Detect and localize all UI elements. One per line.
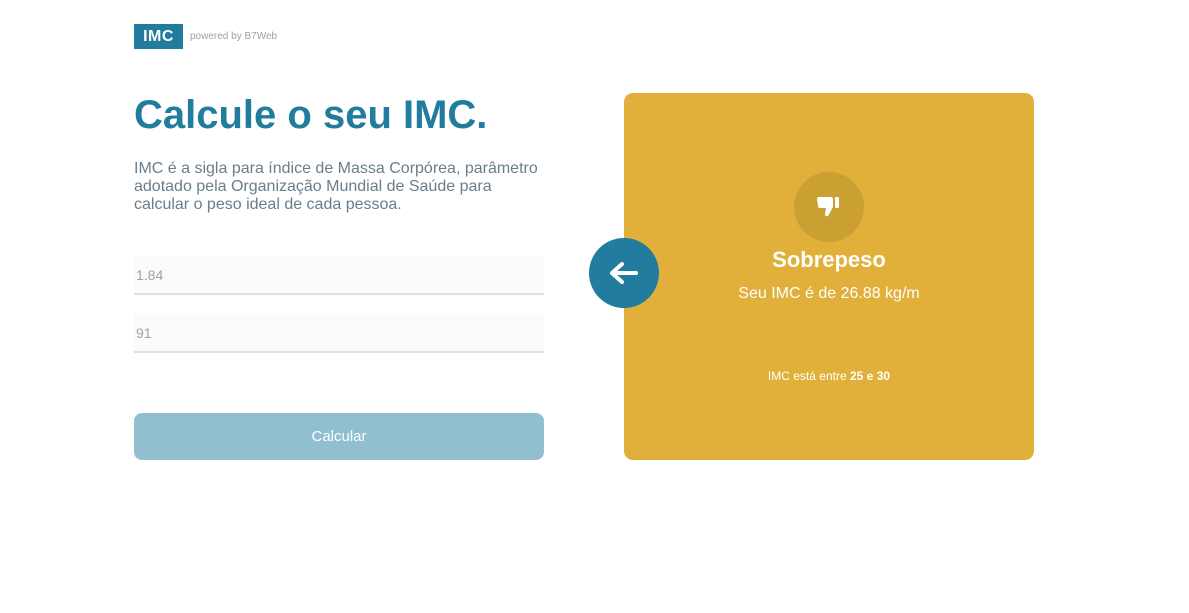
range-and: e [866,369,874,383]
arrow-left-icon [610,262,638,284]
left-panel: Calcule o seu IMC. IMC é a sigla para ín… [134,92,544,214]
back-button[interactable] [589,238,659,308]
page-title: Calcule o seu IMC. [134,93,488,137]
thumbs-down-icon [817,197,839,217]
logo: IMC [134,24,183,49]
result-card: Sobrepeso Seu IMC é de 26.88 kg/m IMC es… [624,93,1034,460]
powered-by-text: powered by B7Web [190,31,278,42]
range-prefix: IMC está entre [767,369,847,383]
weight-input[interactable]: 91 [134,314,544,353]
range-max: 30 [876,369,891,383]
height-input[interactable]: 1.84 [134,256,544,295]
result-icon-circle [794,172,864,242]
header: IMC powered by B7Web [134,24,277,49]
result-title: Sobrepeso [772,247,886,272]
result-value: Seu IMC é de 26.88 kg/m [738,285,920,302]
result-range: IMC está entre 25 e 30 [624,369,1034,383]
calculate-button[interactable]: Calcular [134,413,544,460]
page-description: IMC é a sigla para índice de Massa Corpó… [134,160,538,213]
range-min: 25 [849,369,864,383]
